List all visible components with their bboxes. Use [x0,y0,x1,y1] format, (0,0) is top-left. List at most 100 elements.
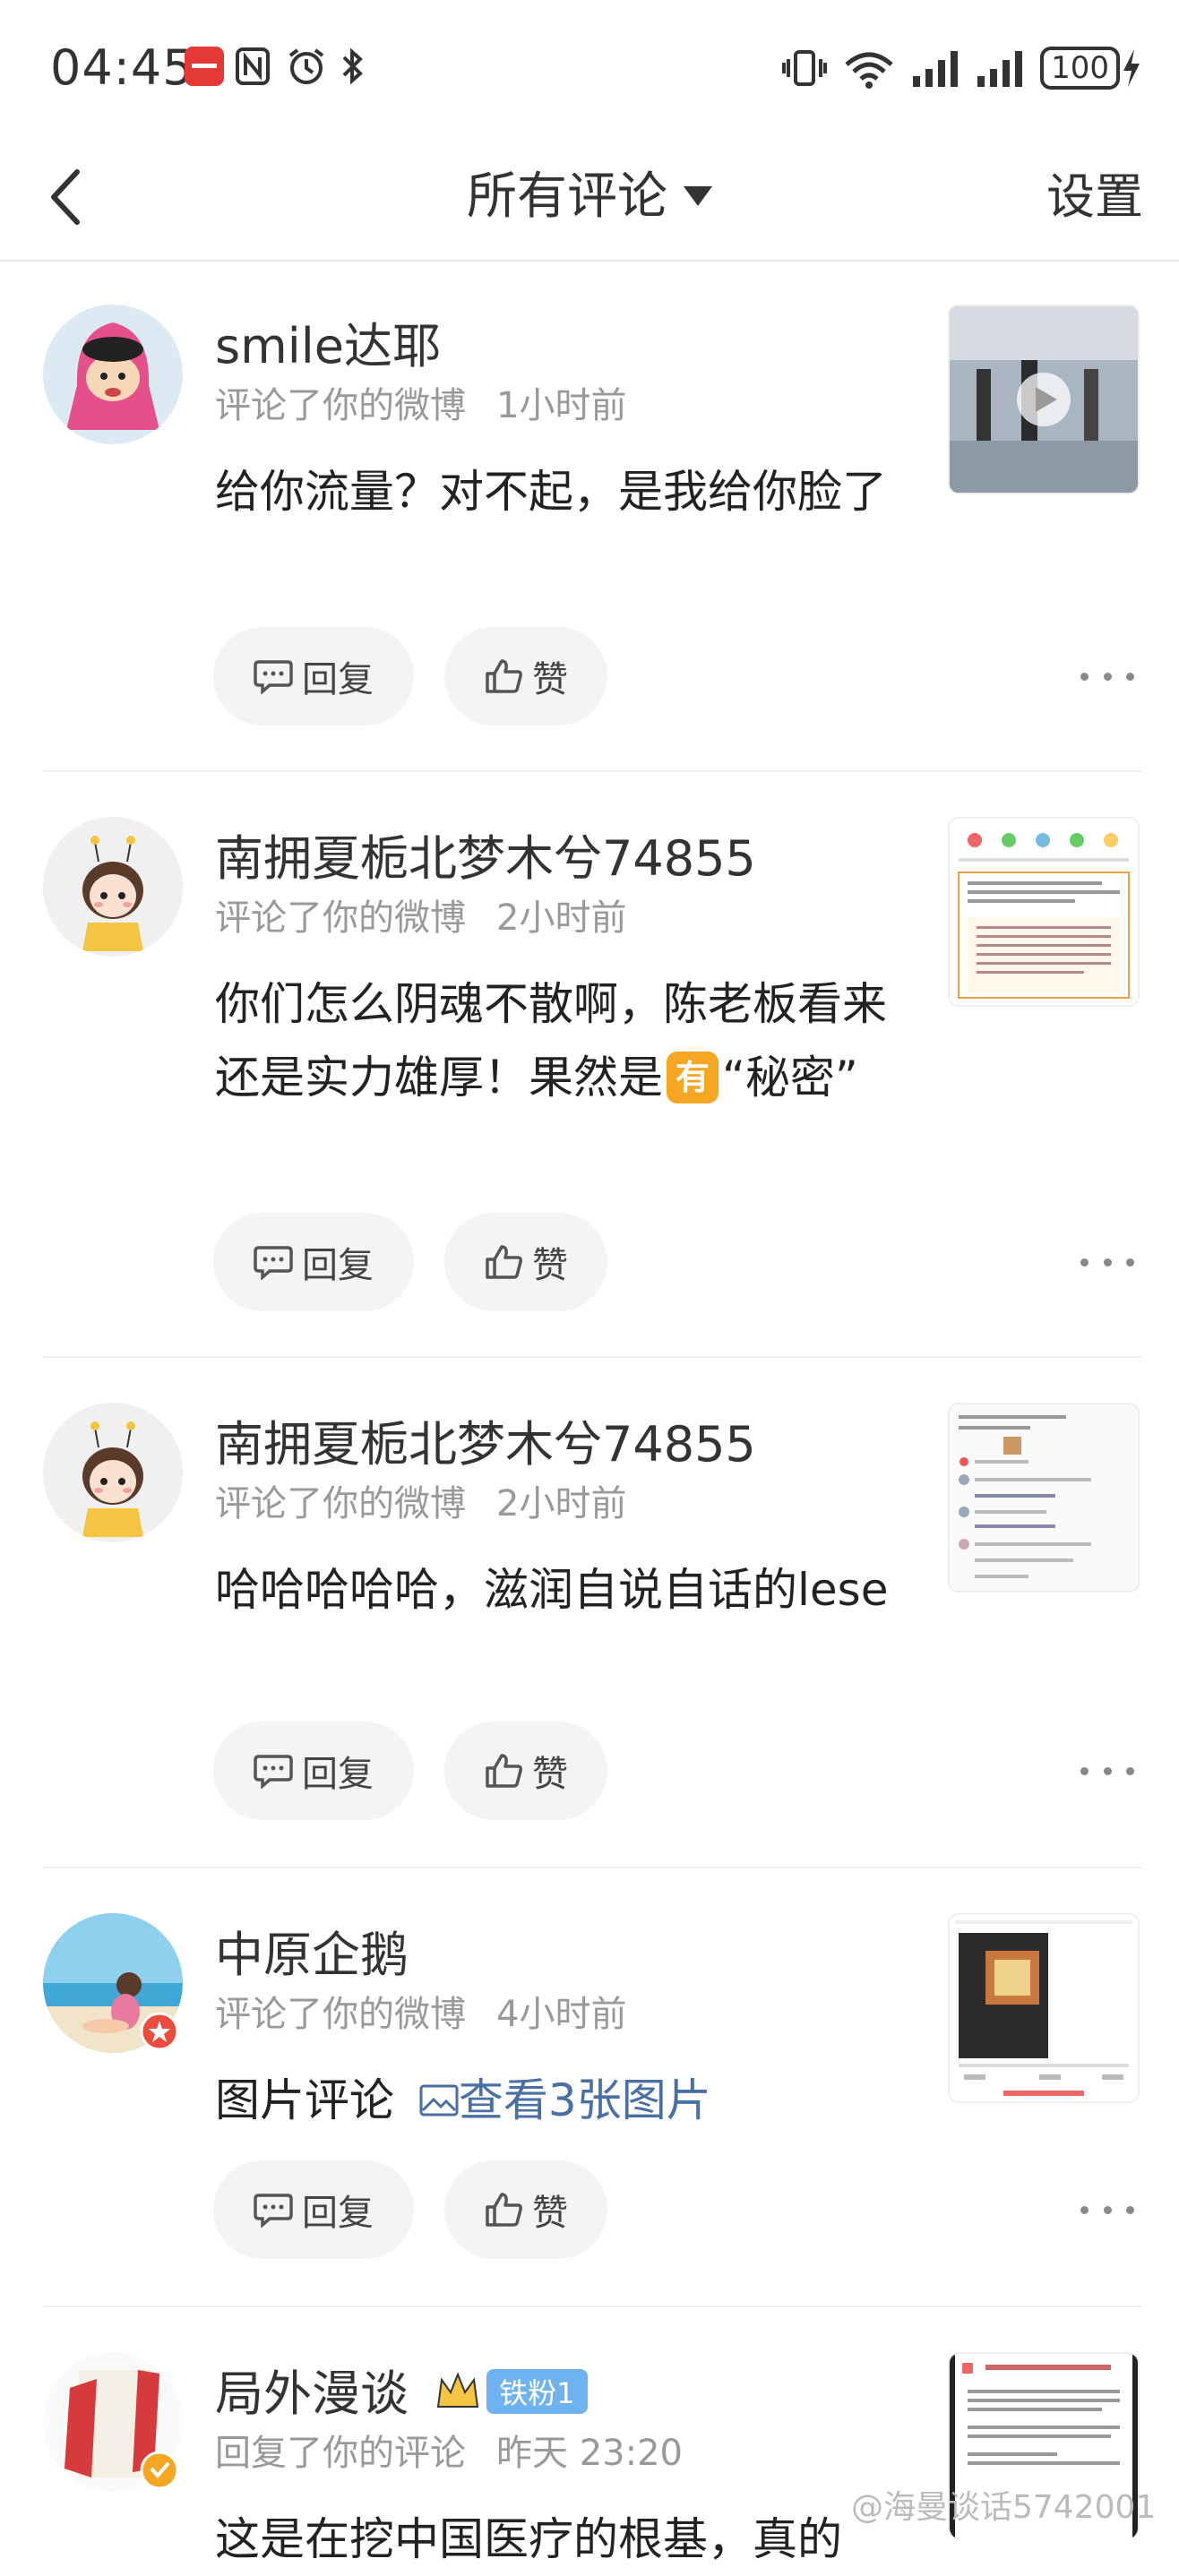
fan-badge: 铁粉1 [486,2369,588,2415]
reply-label: 回复 [302,1245,374,1286]
comment-action: 回复了你的评论 [215,2433,466,2474]
comment-text: 图片评论 查看3张图片 [215,2064,896,2137]
bluetooth-icon [342,47,363,85]
divider [43,1356,1141,1358]
screenshot-thumbnail-image [950,819,1138,1005]
comment-time: 昨天 23:20 [496,2433,683,2474]
signal-icon-2 [977,51,1023,87]
battery-indicator: 100 [1040,47,1143,90]
status-bar: 04:45 100 [0,0,1179,134]
settings-button[interactable]: 设置 [1046,161,1143,233]
thumbs-up-icon [486,1754,522,1788]
reply-button[interactable]: 回复 [213,2160,414,2259]
like-label: 赞 [532,1245,568,1286]
view-pictures-label: 查看3张图片 [458,2074,711,2126]
commenter-name[interactable]: 中原企鹅 [215,1915,409,1986]
comment-icon [254,2194,293,2228]
avatar[interactable] [43,1403,183,1542]
comment-text[interactable]: 你们怎么阴魂不散啊，陈老板看来还是实力雄厚！果然是有 “秘密” [215,967,896,1114]
screenshot-thumbnail-image [950,1404,1138,1591]
more-options-icon[interactable] [1080,663,1134,690]
divider [43,2306,1141,2307]
comment-meta: 评论了你的微博 4小时前 [215,1985,626,2037]
comment-action: 评论了你的微博 [215,897,466,939]
more-options-icon[interactable] [1080,1249,1134,1275]
comment-text[interactable]: 给你流量？对不起，是我给你脸了 [215,455,896,528]
vibrate-icon [782,50,828,86]
commenter-name[interactable]: 南拥夏栀北梦木兮74855 [215,819,756,889]
comment-meta: 评论了你的微博 2小时前 [215,889,626,940]
thumbs-up-icon [486,659,522,693]
post-thumbnail[interactable] [948,1403,1140,1593]
reply-button[interactable]: 回复 [213,1213,414,1311]
comment-filter-dropdown[interactable]: 所有评论 [0,161,1179,233]
avatar[interactable] [43,817,183,957]
comment-text-part: “秘密” [722,1052,858,1103]
commenter-name[interactable]: 南拥夏栀北梦木兮74855 [215,1404,756,1475]
comment-time: 4小时前 [496,1994,627,2035]
reply-button[interactable]: 回复 [213,627,414,726]
comment-icon [254,1246,293,1280]
comment-time: 1小时前 [496,385,627,426]
reply-label: 回复 [302,1754,374,1795]
commenter-name-row: 局外漫谈 铁粉1 [215,2354,588,2425]
huawei-app-icon [185,47,224,86]
video-thumbnail-image [950,306,1138,493]
avatar[interactable] [43,305,183,444]
post-thumbnail-image [950,1915,1138,2101]
comment-time: 2小时前 [496,897,627,939]
comment-action: 评论了你的微博 [215,385,466,426]
post-thumbnail[interactable] [948,1913,1140,2103]
commenter-name[interactable]: smile达耶 [215,306,441,377]
comment-action: 评论了你的微博 [215,1483,466,1524]
comment-text[interactable]: 这是在挖中国医疗的根基，真的 [215,2503,896,2576]
thumbs-up-icon [486,1245,522,1279]
comment-meta: 回复了你的评论 昨天 23:20 [215,2424,683,2476]
comment-icon [254,660,293,694]
watermark: @海曼谈话5742001 [851,2489,1157,2526]
charging-icon [1123,49,1140,87]
wifi-icon [845,52,893,89]
caret-down-icon [684,185,712,206]
like-button[interactable]: 赞 [444,627,607,726]
post-thumbnail[interactable] [948,817,1140,1007]
view-pictures-link[interactable]: 查看3张图片 [419,2074,711,2126]
verified-badge-icon [140,2012,179,2051]
reply-label: 回复 [302,659,374,700]
signal-icon [913,51,959,87]
comment-meta: 评论了你的微博 2小时前 [215,1474,626,1526]
status-time: 04:45 [50,39,194,96]
picture-comment-label: 图片评论 [215,2074,394,2126]
like-button[interactable]: 赞 [444,1722,607,1820]
avatar-image [66,322,159,430]
divider [43,1867,1141,1868]
avatar-image [43,817,183,957]
like-button[interactable]: 赞 [444,1213,607,1311]
thumbs-up-icon [486,2193,522,2227]
more-options-icon[interactable] [1080,2196,1134,2223]
commenter-name[interactable]: 局外漫谈 [215,2366,409,2422]
like-label: 赞 [532,659,568,700]
comment-time: 2小时前 [496,1483,627,1524]
divider [43,770,1141,772]
status-right: 100 [782,43,1143,93]
nav-bar: 所有评论 设置 [0,134,1179,262]
alarm-icon [288,48,324,84]
more-options-icon[interactable] [1080,1757,1134,1784]
avatar-image [43,1403,183,1542]
comment-meta: 评论了你的微博 1小时前 [215,376,626,428]
emoji-badge: 有 [667,1051,719,1103]
post-thumbnail[interactable] [948,305,1140,494]
nfc-icon [236,47,270,85]
page-title: 所有评论 [467,167,667,226]
battery-level: 100 [1040,47,1120,90]
reply-label: 回复 [302,2193,374,2234]
verified-badge-icon [140,2451,179,2490]
crown-icon [437,2372,479,2409]
image-icon [419,2084,459,2116]
comment-icon [254,1755,293,1789]
like-button[interactable]: 赞 [444,2160,607,2259]
reply-button[interactable]: 回复 [213,1722,414,1820]
like-label: 赞 [532,2193,568,2234]
comment-text[interactable]: 哈哈哈哈哈，滋润自说自话的lese [215,1553,896,1627]
